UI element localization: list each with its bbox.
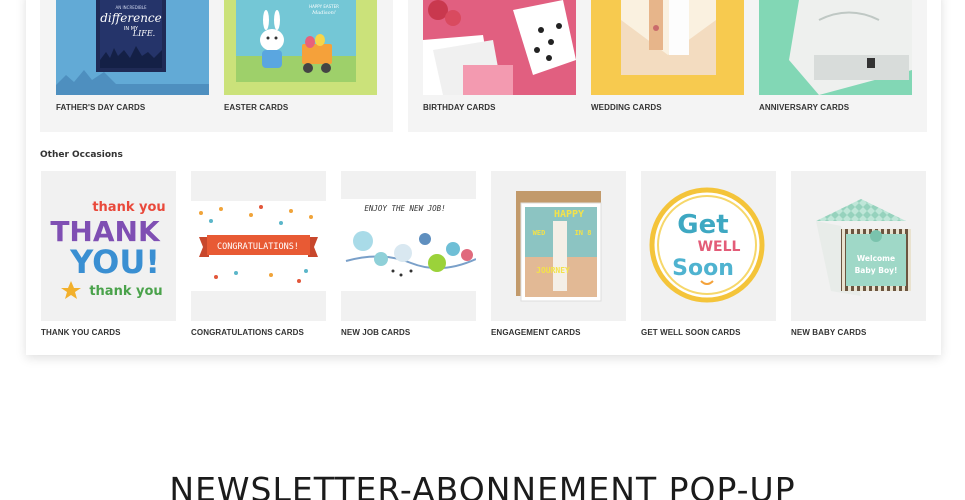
easter-card-text-2: Madison!: [311, 10, 336, 16]
fathers-day-card[interactable]: AN INCREDIBLE difference IN MY LIFE. FAT…: [56, 0, 209, 115]
new-job-card-image: ENJOY THE NEW JOB!: [341, 171, 476, 321]
easter-card-text-1: HAPPY EASTER: [309, 4, 339, 9]
new-job-card-text-1: ENJOY THE NEW JOB!: [364, 204, 445, 213]
get-well-soon-card-text-2: WELL: [698, 239, 741, 255]
fathers-day-card-text-4: LIFE.: [132, 29, 155, 38]
get-well-soon-card-text-3: Soon: [672, 256, 734, 281]
easter-card[interactable]: HAPPY EASTER Madison! EASTER CARDS: [224, 0, 377, 115]
congratulations-card-text-1: CONGRATULATIONS!: [217, 242, 299, 252]
get-well-soon-card[interactable]: Get WELL Soon GET WELL SOON CARDS: [641, 171, 776, 341]
other-occasions-heading: Other Occasions: [40, 150, 123, 160]
new-baby-card-text-1: Welcome: [857, 254, 895, 263]
fathers-day-card-image: AN INCREDIBLE difference IN MY LIFE.: [56, 0, 209, 95]
birthday-card[interactable]: BIRTHDAY CARDS: [423, 0, 576, 115]
fathers-day-card-label[interactable]: FATHER'S DAY CARDS: [56, 103, 145, 112]
engagement-card[interactable]: HAPPY WED IN 8 JOURNEY ENGAGEMENT CARDS: [491, 171, 626, 341]
engagement-card-label[interactable]: ENGAGEMENT CARDS: [491, 328, 581, 337]
thank-you-card-label[interactable]: THANK YOU CARDS: [41, 328, 121, 337]
engagement-card-text-4: JOURNEY: [536, 266, 570, 275]
anniversary-card-image: [759, 0, 912, 95]
get-well-soon-card-text-1: Get: [677, 210, 728, 240]
thank-you-card-text-3: YOU!: [69, 243, 160, 281]
birthday-card-label[interactable]: BIRTHDAY CARDS: [423, 103, 496, 112]
wedding-card-image: [591, 0, 744, 95]
thank-you-card-text-4: thank you: [89, 284, 162, 299]
new-baby-card-label[interactable]: NEW BABY CARDS: [791, 328, 866, 337]
engagement-card-text-2: WED: [533, 229, 546, 237]
congratulations-card-image: CONGRATULATIONS!: [191, 171, 326, 321]
congratulations-card-label[interactable]: CONGRATULATIONS CARDS: [191, 328, 304, 337]
get-well-soon-card-image: Get WELL Soon: [641, 171, 776, 321]
wedding-card-label[interactable]: WEDDING CARDS: [591, 103, 662, 112]
thank-you-card-image: thank you THANK YOU! thank you: [41, 171, 176, 321]
easter-card-label[interactable]: EASTER CARDS: [224, 103, 288, 112]
engagement-card-text-3: IN 8: [575, 229, 592, 237]
new-baby-card-text-2: Baby Boy!: [855, 266, 898, 275]
thank-you-card-text-1: thank you: [92, 200, 165, 215]
thank-you-card[interactable]: thank you THANK YOU! thank you THANK YOU…: [41, 171, 176, 341]
newsletter-heading: NEWSLETTER-ABONNEMENT POP-UP: [169, 470, 796, 500]
easter-card-image: HAPPY EASTER Madison!: [224, 0, 377, 95]
birthday-card-image: [423, 0, 576, 95]
anniversary-card[interactable]: ANNIVERSARY CARDS: [759, 0, 912, 115]
new-job-card[interactable]: ENJOY THE NEW JOB! NEW JOB CARDS: [341, 171, 476, 341]
new-baby-card-image: Welcome Baby Boy!: [791, 171, 926, 321]
congratulations-card[interactable]: CONGRATULATIONS! CONGRATULATIONS CARDS: [191, 171, 326, 341]
anniversary-card-label[interactable]: ANNIVERSARY CARDS: [759, 103, 849, 112]
new-baby-card[interactable]: Welcome Baby Boy! NEW BABY CARDS: [791, 171, 926, 341]
wedding-card[interactable]: WEDDING CARDS: [591, 0, 744, 115]
fathers-day-card-text-1: AN INCREDIBLE: [115, 5, 147, 10]
fathers-day-card-text-2: difference: [100, 11, 162, 25]
engagement-card-image: HAPPY WED IN 8 JOURNEY: [491, 171, 626, 321]
new-job-card-label[interactable]: NEW JOB CARDS: [341, 328, 410, 337]
get-well-soon-card-label[interactable]: GET WELL SOON CARDS: [641, 328, 741, 337]
engagement-card-text-1: HAPPY: [554, 209, 584, 220]
